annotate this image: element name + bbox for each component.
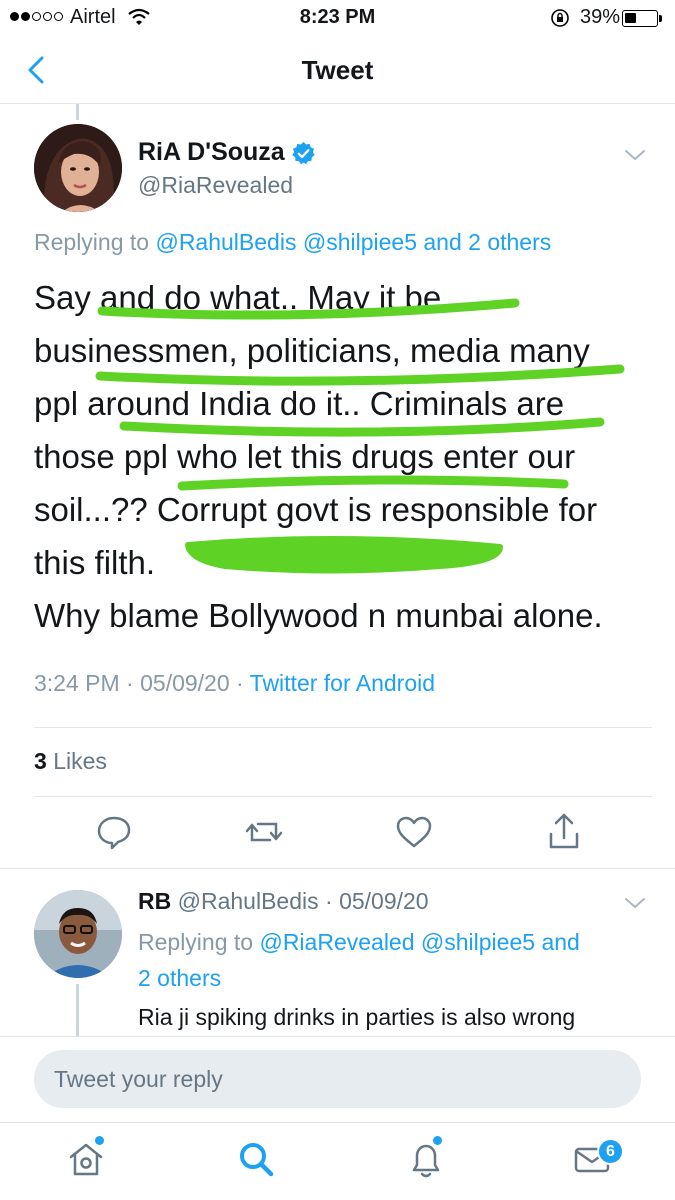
tweet-actions [0,812,675,856]
battery-level [625,13,636,23]
divider [34,796,652,797]
chevron-down-icon[interactable] [624,148,646,162]
tweet-text-line: Say and do what.. May it be [34,279,442,316]
retweet-icon[interactable] [244,812,284,852]
replying-to: Replying to @RiaRevealed @shilpiee5 and … [138,924,658,996]
rotation-lock-icon [551,9,569,27]
status-time: 8:23 PM [299,6,376,28]
mention-link[interactable]: @shilpiee5 [421,929,535,955]
tweet-time: 3:24 PM [34,670,120,696]
status-bar: Airtel 8:23 PM 39% [0,0,675,38]
tweet-source-link[interactable]: Twitter for Android [250,670,435,696]
thread-line [76,984,79,1036]
replying-to-label: Replying to [138,929,254,955]
reply-composer [0,1036,675,1122]
reply-author-handle[interactable]: @RahulBedis [178,888,319,914]
thread-line [76,104,79,120]
likes-label: Likes [53,748,107,774]
share-icon[interactable] [544,812,584,852]
tab-bar [0,1122,675,1200]
avatar[interactable] [34,124,122,212]
verified-badge-icon [292,142,315,165]
tweet-text-line: this filth. [34,544,156,581]
others-link[interactable]: and 2 others [423,229,551,255]
tweet-text-line: soil...?? Corrupt govt is responsible fo… [34,491,598,528]
reply-icon[interactable] [94,812,134,852]
tweet-text-line: Why blame Bollywood n munbai alone. [34,597,603,634]
mention-link[interactable]: @RiaRevealed [259,929,414,955]
messages-badge: 6 [597,1138,624,1165]
tweet-date: 05/09/20 [140,670,230,696]
reply-author-name[interactable]: RB [138,888,171,914]
tweet-text-line: businessmen, politicians, media many [34,332,590,369]
reply-header: RB @RahulBedis · 05/09/20 [138,888,429,914]
battery-percent: 39% [580,6,621,28]
mention-link[interactable]: @shilpiee5 [303,229,417,255]
replying-to: Replying to @RahulBedis @shilpiee5 and 2… [34,229,551,256]
tweet-text: Say and do what.. May it be businessmen,… [34,271,659,642]
search-icon[interactable] [234,1137,278,1181]
mention-link[interactable]: @RahulBedis [155,229,296,255]
likes-count[interactable]: 3 Likes [34,748,107,775]
replying-to-label: Replying to [34,229,150,255]
reply-date: 05/09/20 [339,888,429,914]
reply-text: Ria ji spiking drinks in parties is also… [138,1004,576,1030]
likes-number: 3 [34,748,47,774]
others-link[interactable]: 2 others [138,965,221,991]
tweet-text-line: ppl around India do it.. Criminals are [34,385,565,422]
battery-tip [659,15,662,22]
notifications-icon[interactable] [404,1137,448,1181]
like-heart-icon[interactable] [394,812,434,852]
avatar[interactable] [34,890,122,978]
tweet-text-line: those ppl who let this drugs enter our [34,438,576,475]
author-handle[interactable]: @RiaRevealed [138,172,293,199]
tweet-meta: 3:24 PM · 05/09/20 · Twitter for Android [34,670,436,696]
battery-icon [622,10,658,27]
author-name[interactable]: RiA D'Souza [138,138,285,167]
section-separator [0,868,675,869]
reply-input[interactable] [34,1050,641,1108]
chevron-down-icon[interactable] [624,896,646,910]
notifications-unread-dot [433,1136,442,1145]
nav-bar: Tweet [0,38,675,104]
home-unread-dot [95,1136,104,1145]
others-link[interactable]: and [541,929,579,955]
divider [34,727,652,728]
page-title: Tweet [301,55,374,85]
